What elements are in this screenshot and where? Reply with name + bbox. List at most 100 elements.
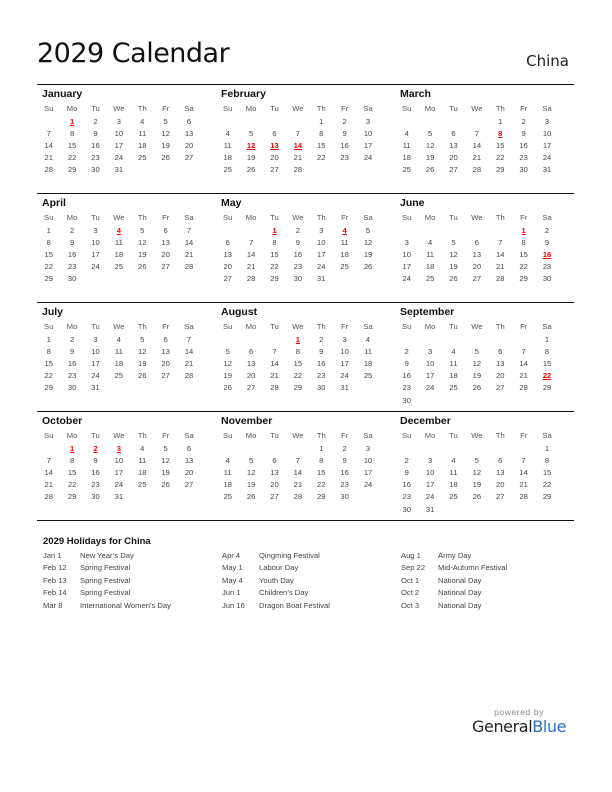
date-cell: 16 bbox=[67, 249, 77, 259]
weekday-header: Mo bbox=[245, 322, 257, 331]
date-cell: 23 bbox=[519, 153, 528, 163]
empty-cell bbox=[465, 224, 488, 236]
holiday-name: Youth Day bbox=[259, 575, 294, 585]
empty-cell bbox=[177, 491, 200, 503]
empty-cell bbox=[356, 164, 379, 176]
empty-cell bbox=[263, 333, 286, 345]
date-cell: 24 bbox=[317, 262, 326, 272]
month-name: June bbox=[400, 197, 425, 209]
weekday-header: Tu bbox=[91, 213, 100, 222]
weekday-header: Fr bbox=[341, 104, 349, 113]
date-cell: 14 bbox=[496, 249, 505, 259]
holiday-date: 14 bbox=[293, 140, 303, 150]
empty-cell bbox=[333, 273, 356, 285]
holiday-date-label: Feb 13 bbox=[43, 575, 67, 585]
date-cell: 29 bbox=[317, 492, 326, 502]
date-cell: 8 bbox=[544, 346, 550, 356]
date-cell: 18 bbox=[449, 480, 458, 490]
date-cell: 11 bbox=[138, 128, 147, 138]
empty-cell bbox=[395, 224, 418, 236]
date-cell: 6 bbox=[248, 346, 254, 356]
date-cell: 3 bbox=[116, 116, 121, 126]
date-cell: 5 bbox=[163, 116, 168, 126]
date-cell: 10 bbox=[363, 455, 373, 465]
date-cell: 4 bbox=[451, 455, 456, 465]
empty-cell bbox=[418, 442, 441, 454]
date-cell: 9 bbox=[404, 467, 409, 477]
date-cell: 21 bbox=[519, 480, 528, 490]
date-cell: 27 bbox=[449, 165, 458, 175]
date-cell: 16 bbox=[293, 249, 303, 259]
date-cell: 3 bbox=[427, 455, 433, 465]
date-cell: 10 bbox=[425, 358, 435, 368]
date-cell: 2 bbox=[544, 225, 550, 235]
weekday-header: Mo bbox=[245, 213, 257, 222]
date-cell: 15 bbox=[317, 467, 326, 477]
holiday-date: 4 bbox=[342, 225, 347, 235]
weekday-header: Sa bbox=[363, 104, 373, 113]
date-cell: 7 bbox=[248, 237, 254, 247]
week-row: 9 10 11 12 13 14 15 bbox=[395, 357, 559, 369]
weekday-header: Th bbox=[495, 431, 505, 440]
date-cell: 25 bbox=[114, 262, 124, 272]
weekday-header: Fr bbox=[162, 431, 170, 440]
holiday-item: Oct 1 National Day bbox=[401, 576, 580, 588]
date-cell: 8 bbox=[46, 346, 51, 356]
weekday-header: Mo bbox=[424, 431, 436, 440]
weekday-header: Th bbox=[495, 213, 505, 222]
weekday-header: We bbox=[471, 104, 483, 113]
date-cell: 1 bbox=[544, 443, 550, 453]
week-row: 1 2 3 4 5 6 7 bbox=[37, 224, 201, 236]
date-cell: 23 bbox=[402, 383, 411, 393]
holiday-date: 13 bbox=[270, 140, 279, 150]
date-cell: 26 bbox=[161, 153, 170, 163]
holiday-date-label: Mar 8 bbox=[43, 600, 63, 610]
date-cell: 24 bbox=[114, 480, 124, 490]
date-cell: 20 bbox=[184, 467, 194, 477]
date-cell: 31 bbox=[317, 274, 326, 284]
week-row: 9 10 11 12 13 14 15 bbox=[395, 466, 559, 478]
empty-cell bbox=[442, 333, 465, 345]
date-cell: 13 bbox=[184, 128, 194, 138]
empty-cell bbox=[177, 382, 200, 394]
week-row: 26 27 28 29 30 31 bbox=[216, 382, 380, 394]
date-cell: 8 bbox=[295, 346, 300, 356]
holiday-date: 1 bbox=[272, 225, 277, 235]
date-cell: 14 bbox=[519, 467, 528, 477]
month-table: Su Mo Tu We Th Fr Sa 1 2 3 4 5 6 7 8 9 10 11 12 13 14 15 16 17 1… bbox=[395, 102, 559, 176]
date-cell: 3 bbox=[544, 116, 550, 126]
date-cell: 30 bbox=[91, 492, 100, 502]
month-table: Su Mo Tu We Th Fr Sa 1 2 3 4 5 6 7 8 9 10 11 12 13 14 15 16 17 1… bbox=[216, 429, 380, 503]
date-cell: 13 bbox=[161, 237, 170, 247]
date-cell: 3 bbox=[404, 237, 409, 247]
date-cell: 5 bbox=[474, 455, 479, 465]
date-cell: 9 bbox=[295, 237, 300, 247]
empty-cell bbox=[107, 273, 130, 285]
month-name: September bbox=[400, 306, 455, 318]
date-cell: 20 bbox=[449, 153, 458, 163]
empty-cell bbox=[489, 503, 512, 515]
holidays-title: 2029 Holidays for China bbox=[43, 536, 151, 547]
week-row: 1 2 3 bbox=[216, 442, 380, 454]
date-cell: 17 bbox=[425, 371, 435, 381]
date-cell: 6 bbox=[272, 455, 277, 465]
week-row: 25 26 27 28 29 30 31 bbox=[395, 164, 559, 176]
weekday-header: Mo bbox=[424, 104, 436, 113]
weekday-header: Sa bbox=[363, 213, 373, 222]
date-cell: 23 bbox=[542, 262, 552, 272]
weekday-header: Tu bbox=[91, 322, 100, 331]
holiday-date-label: Aug 1 bbox=[401, 551, 421, 560]
generalblue-logo[interactable]: GeneralBlue bbox=[472, 717, 566, 736]
date-cell: 13 bbox=[223, 249, 232, 259]
weekday-header: We bbox=[292, 322, 304, 331]
weekday-header: Tu bbox=[449, 104, 458, 113]
empty-cell bbox=[418, 394, 441, 406]
date-cell: 29 bbox=[270, 274, 279, 284]
date-cell: 23 bbox=[67, 262, 77, 272]
date-cell: 30 bbox=[402, 395, 411, 405]
date-cell: 7 bbox=[186, 225, 192, 235]
date-cell: 25 bbox=[449, 383, 458, 393]
date-cell: 9 bbox=[342, 128, 347, 138]
date-cell: 17 bbox=[114, 467, 124, 477]
date-cell: 29 bbox=[44, 274, 53, 284]
